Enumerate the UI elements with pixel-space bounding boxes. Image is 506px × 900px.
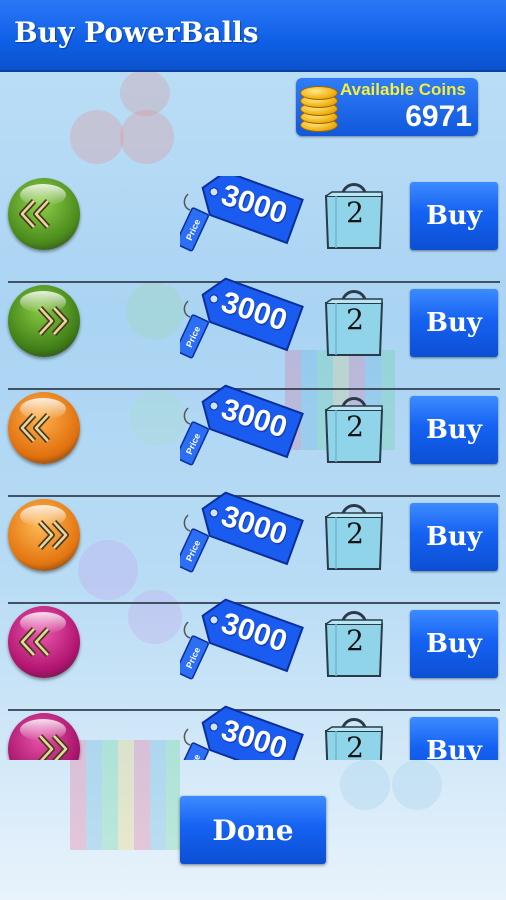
buy-button[interactable]: Buy	[410, 610, 498, 678]
quantity-value: 2	[346, 303, 364, 336]
buy-button[interactable]: Buy	[410, 503, 498, 571]
powerball-row: Price 3000 2 Buy	[0, 491, 506, 604]
powerball-left-icon	[8, 178, 80, 250]
powerball-right-icon	[8, 499, 80, 571]
background-bubble	[120, 110, 174, 164]
quantity-value: 2	[346, 731, 364, 760]
page-title: Buy PowerBalls	[14, 16, 259, 49]
available-coins-label: Available Coins	[340, 80, 466, 99]
available-coins-panel: Available Coins 6971	[296, 78, 478, 136]
coin-stack-icon	[300, 84, 340, 132]
background-bubble	[70, 110, 124, 164]
powerball-right-icon	[8, 713, 80, 760]
powerball-row: Price 3000 2 Buy	[0, 277, 506, 390]
powerball-row: Price 3000 2 Buy	[0, 384, 506, 497]
buy-button[interactable]: Buy	[410, 289, 498, 357]
title-bar: Buy PowerBalls	[0, 0, 506, 72]
background-bubble	[392, 760, 442, 810]
quantity-value: 2	[346, 196, 364, 229]
powerball-row: Price 3000 2 Buy	[0, 176, 506, 283]
powerball-row: Price 3000 2 Buy	[0, 705, 506, 760]
powerball-row: Price 3000 2 Buy	[0, 598, 506, 711]
quantity-value: 2	[346, 624, 364, 657]
buy-button[interactable]: Buy	[410, 182, 498, 250]
powerball-right-icon	[8, 285, 80, 357]
quantity-value: 2	[346, 517, 364, 550]
powerball-left-icon	[8, 606, 80, 678]
buy-button[interactable]: Buy	[410, 717, 498, 760]
quantity-value: 2	[346, 410, 364, 443]
done-button[interactable]: Done	[180, 796, 326, 864]
buy-button[interactable]: Buy	[410, 396, 498, 464]
powerball-left-icon	[8, 392, 80, 464]
available-coins-value: 6971	[405, 100, 472, 133]
powerball-list[interactable]: Price 3000 2 Buy Price 3000 2 Buy Price 3000 2 Buy P…	[0, 176, 506, 760]
background-bubble	[340, 760, 390, 810]
background-bubble	[120, 70, 170, 116]
